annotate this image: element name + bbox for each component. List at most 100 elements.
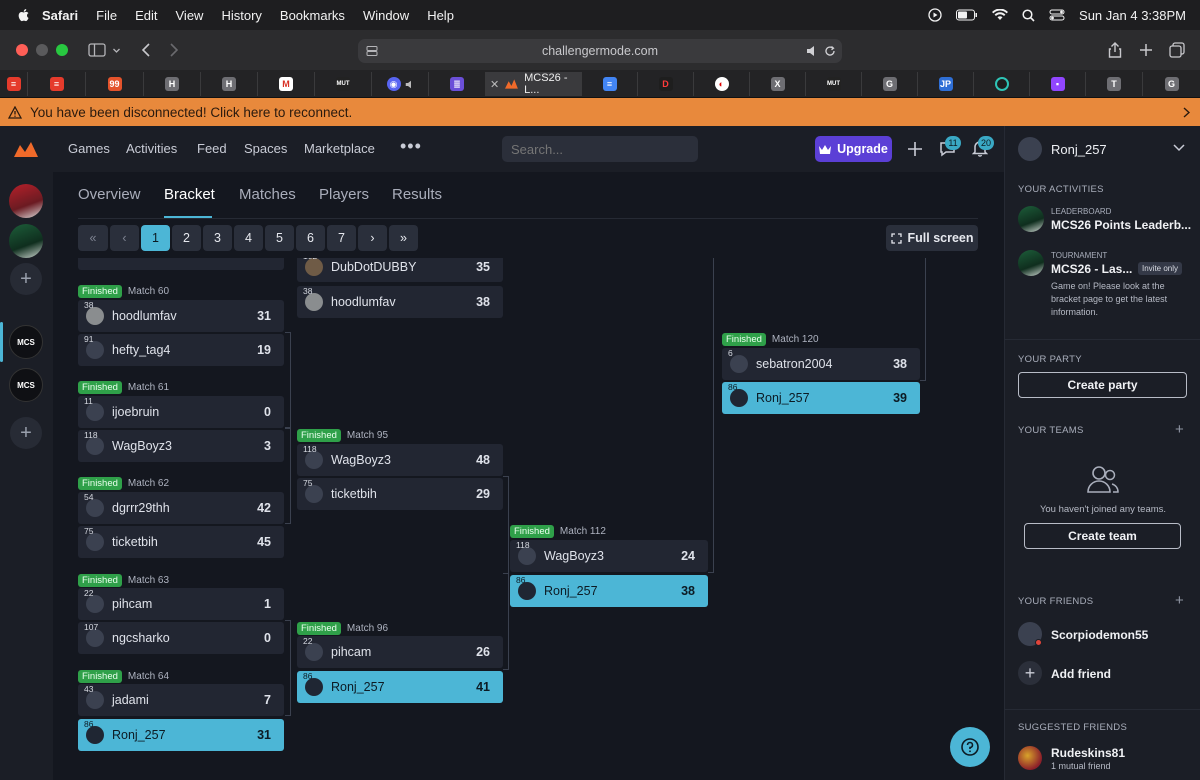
match-95-player-2[interactable]: 75 ticketbih 29 [297, 478, 503, 510]
search-input[interactable] [502, 136, 698, 162]
create-team-button[interactable]: Create team [1024, 523, 1181, 549]
spotlight-search-icon[interactable] [1022, 8, 1035, 22]
match-64-player-1[interactable]: 43 jadami 7 [78, 684, 284, 716]
match-120-player-1[interactable]: 6 sebatron2004 38 [722, 348, 920, 380]
browser-tab-7[interactable]: MUT [315, 72, 372, 96]
user-menu[interactable]: Ronj_257 [1005, 126, 1200, 172]
match-top-player-1[interactable]: 102 DubDotDUBBY 35 [297, 258, 503, 282]
browser-tab-15[interactable]: MUT [806, 72, 862, 96]
browser-tab-2[interactable]: ≡ [28, 72, 86, 96]
friend-item[interactable]: Scorpiodemon55 [1018, 622, 1198, 648]
activity-leaderboard-item[interactable]: LEADERBOARD MCS26 Points Leaderb... [1018, 206, 1198, 234]
last-page-button[interactable]: » [389, 225, 418, 251]
browser-tab-twitch[interactable]: ▪ [1030, 72, 1086, 96]
menu-file[interactable]: File [96, 8, 117, 23]
match-96-player-1[interactable]: 22 pihcam 26 [297, 636, 503, 668]
tab-bracket[interactable]: Bracket [164, 186, 215, 203]
close-window-button[interactable] [16, 44, 28, 56]
match-112-player-2-winner[interactable]: 86 Ronj_257 38 [510, 575, 708, 607]
browser-tab-4[interactable]: H [144, 72, 201, 96]
add-space-button[interactable]: + [10, 263, 42, 295]
more-options-icon[interactable]: ••• [400, 136, 422, 157]
browser-tab-18[interactable] [974, 72, 1030, 96]
match-top-player-2[interactable]: 38 hoodlumfav 38 [297, 286, 503, 318]
browser-tab-20[interactable]: T [1086, 72, 1143, 96]
menubar-clock[interactable]: Sun Jan 4 3:38PM [1079, 8, 1186, 23]
reload-icon[interactable] [824, 45, 836, 57]
match-62-player-1[interactable]: 54 dgrrr29thh 42 [78, 492, 284, 524]
match-95-player-1[interactable]: 118 WagBoyz3 48 [297, 444, 503, 476]
menu-bookmarks[interactable]: Bookmarks [280, 8, 345, 23]
chevron-right-icon[interactable] [1183, 107, 1190, 118]
nav-games[interactable]: Games [68, 141, 110, 156]
minimize-window-button[interactable] [36, 44, 48, 56]
match-60-player-1[interactable]: 38 hoodlumfav 31 [78, 300, 284, 332]
disconnect-banner[interactable]: You have been disconnected! Click here t… [0, 98, 1200, 126]
browser-tab-discord[interactable]: ◉ [372, 72, 429, 96]
add-team-icon[interactable]: + [1175, 421, 1184, 438]
game-team-space-icon[interactable] [9, 224, 43, 258]
tab-overview-icon[interactable] [1169, 42, 1185, 58]
browser-tab-1[interactable]: ≡ [0, 72, 28, 96]
upgrade-button[interactable]: Upgrade [815, 136, 892, 162]
create-plus-icon[interactable] [908, 142, 922, 156]
page-4-button[interactable]: 4 [234, 225, 263, 251]
browser-tab-5[interactable]: H [201, 72, 258, 96]
browser-tab-3[interactable]: 99 [86, 72, 144, 96]
challengermode-logo[interactable] [14, 142, 38, 157]
game-madden-space-icon[interactable] [9, 184, 43, 218]
forward-icon[interactable] [169, 43, 179, 57]
match-60-player-2[interactable]: 91 hefty_tag4 19 [78, 334, 284, 366]
match-120-player-2-winner[interactable]: 86 Ronj_257 39 [722, 382, 920, 414]
back-icon[interactable] [141, 43, 151, 57]
page-settings-icon[interactable] [366, 45, 378, 57]
sidebar-toggle-icon[interactable] [88, 43, 106, 57]
first-page-button[interactable]: « [78, 225, 108, 251]
add-friend-plus-icon[interactable]: + [1175, 592, 1184, 609]
match-62-player-2[interactable]: 75 ticketbih 45 [78, 526, 284, 558]
activity-tournament-item[interactable]: TOURNAMENT MCS26 - Las... Invite only Ga… [1018, 250, 1198, 320]
menu-help[interactable]: Help [427, 8, 454, 23]
page-1-button[interactable]: 1 [141, 225, 170, 251]
help-button[interactable] [950, 727, 990, 767]
page-6-button[interactable]: 6 [296, 225, 325, 251]
browser-tab-12[interactable]: D [638, 72, 694, 96]
tab-matches[interactable]: Matches [239, 186, 296, 203]
page-2-button[interactable]: 2 [172, 225, 201, 251]
match-96-player-2-winner[interactable]: 86 Ronj_257 41 [297, 671, 503, 703]
address-bar[interactable]: challengermode.com [358, 39, 842, 63]
menu-window[interactable]: Window [363, 8, 409, 23]
match-63-player-1[interactable]: 22 pihcam 1 [78, 588, 284, 620]
menu-edit[interactable]: Edit [135, 8, 157, 23]
close-tab-icon[interactable]: ✕ [490, 78, 499, 91]
menu-app-name[interactable]: Safari [42, 8, 78, 23]
browser-tab-21[interactable]: G [1143, 72, 1200, 96]
next-page-button[interactable]: › [358, 225, 387, 251]
page-7-button[interactable]: 7 [327, 225, 356, 251]
prev-page-button[interactable]: ‹ [110, 225, 139, 251]
game-mcs-space-icon-2[interactable]: MCS [9, 368, 43, 402]
add-friend-button[interactable]: + Add friend [1018, 661, 1198, 687]
menu-history[interactable]: History [221, 8, 261, 23]
browser-tab-14[interactable]: X [750, 72, 806, 96]
browser-tab-13[interactable]: ◐ [694, 72, 750, 96]
play-circle-icon[interactable] [928, 8, 942, 22]
nav-spaces[interactable]: Spaces [244, 141, 287, 156]
chevron-down-icon[interactable] [112, 46, 121, 55]
match-112-player-1[interactable]: 118 WagBoyz3 24 [510, 540, 708, 572]
match-61-player-1[interactable]: 11 ijoebruin 0 [78, 396, 284, 428]
speaker-icon[interactable] [806, 45, 818, 57]
browser-tab-17[interactable]: JP [918, 72, 974, 96]
chevron-down-icon[interactable] [1173, 144, 1185, 152]
fullscreen-button[interactable]: Full screen [886, 225, 978, 251]
page-3-button[interactable]: 3 [203, 225, 232, 251]
browser-tab-docs[interactable]: ≡ [582, 72, 638, 96]
browser-tab-gmail[interactable]: M [258, 72, 315, 96]
suggested-friend-item[interactable]: Rudeskins81 1 mutual friend [1018, 745, 1198, 773]
game-mcs-space-icon[interactable]: MCS [9, 325, 43, 359]
control-center-icon[interactable] [1049, 9, 1065, 21]
battery-icon[interactable] [956, 9, 978, 21]
wifi-icon[interactable] [992, 9, 1009, 21]
new-tab-icon[interactable] [1140, 44, 1152, 56]
nav-feed[interactable]: Feed [197, 141, 227, 156]
